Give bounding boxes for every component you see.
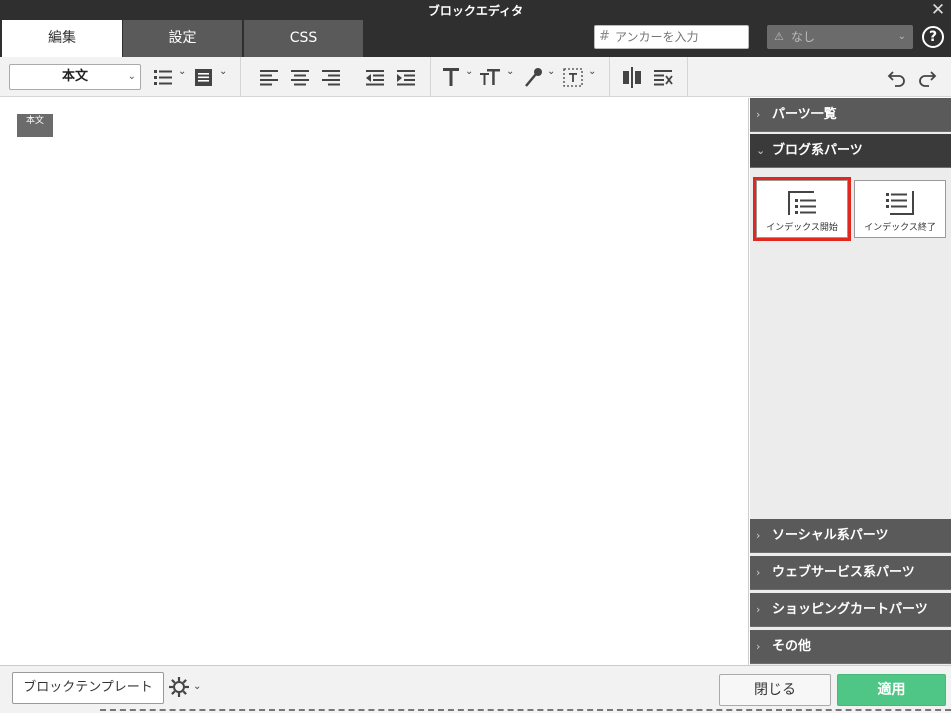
chevron-down-icon[interactable]: ⌄ [178,66,186,77]
toolbar-divider [609,57,610,96]
editor-canvas[interactable]: 本文 [2,98,749,665]
sidebar-section-blog-parts[interactable]: ⌄ ブログ系パーツ [750,134,951,168]
text-color-icon[interactable] [441,63,461,91]
sidebar-section-label: その他 [772,639,812,654]
align-right-icon[interactable] [320,63,342,91]
page-dashed-border [100,709,951,711]
toolbar-divider [687,57,688,96]
align-center-icon[interactable] [289,63,311,91]
tab-settings[interactable]: 設定 [122,20,242,57]
sidebar-section-label: ブログ系パーツ [772,143,863,158]
apply-button[interactable]: 適用 [837,674,946,706]
chevron-down-icon[interactable]: ⌄ [465,66,473,77]
sidebar-section-parts-list[interactable]: › パーツ一覧 [750,98,951,132]
part-label: インデックス終了 [864,223,936,233]
redo-icon[interactable] [916,63,938,91]
hash-icon: # [599,29,610,44]
split-block-icon[interactable] [621,63,643,91]
chevron-down-icon: ⌄ [127,71,136,82]
sidebar-section-social-parts[interactable]: › ソーシャル系パーツ [750,519,951,553]
block-template-button[interactable]: ブロックテンプレート [12,672,164,704]
chevron-down-icon[interactable]: ⌄ [588,66,596,77]
anchor-input[interactable] [594,25,749,49]
part-index-start[interactable]: インデックス開始 [753,177,851,241]
list-icon[interactable] [153,63,175,91]
toolbar-divider [240,57,241,96]
block-type-tag: 本文 [17,114,53,137]
sidebar-section-shopping-parts[interactable]: › ショッピングカートパーツ [750,593,951,627]
clear-format-icon[interactable] [652,63,674,91]
paragraph-style-value: 本文 [61,69,88,84]
undo-icon[interactable] [886,63,908,91]
outdent-icon[interactable] [364,63,386,91]
chevron-down-icon[interactable]: ⌄ [219,66,227,77]
sidebar-section-label: パーツ一覧 [772,107,837,122]
chevron-down-icon[interactable]: ⌄ [193,681,201,692]
chevron-right-icon: › [756,108,761,121]
indent-icon[interactable] [395,63,417,91]
sidebar-section-label: ショッピングカートパーツ [772,602,928,617]
chevron-down-icon[interactable]: ⌄ [547,66,555,77]
gear-icon[interactable] [168,676,190,698]
paragraph-style-select[interactable]: 本文 ⌄ [9,64,141,90]
index-end-icon [886,191,914,215]
chevron-down-icon: ⌄ [756,144,766,157]
chevron-right-icon: › [756,603,761,616]
window-title: ブロックエディタ [427,4,524,18]
chevron-down-icon: ⌄ [897,31,906,42]
window-titlebar: ブロックエディタ ✕ [0,0,951,20]
index-start-icon [788,191,816,215]
toolbar-divider [430,57,431,96]
part-label: インデックス開始 [766,223,838,233]
chevron-right-icon: › [756,566,761,579]
class-select-value: なし [791,30,816,44]
dialog-footer: ブロックテンプレート ⌄ 閉じる 適用 [0,665,951,713]
tab-edit[interactable]: 編集 [2,20,122,57]
close-icon[interactable]: ✕ [929,0,947,20]
chevron-right-icon: › [756,529,761,542]
parts-sidebar: › パーツ一覧 ⌄ ブログ系パーツ インデックス開始 インデックス終了 › ソー… [750,98,951,665]
sidebar-section-other[interactable]: › その他 [750,630,951,664]
format-toolbar: 本文 ⌄ ⌄ ⌄ ⌄ ⌄ ⌄ ⌄ [0,57,951,97]
block-format-icon[interactable] [193,63,215,91]
sidebar-section-label: ソーシャル系パーツ [772,528,889,543]
align-left-icon[interactable] [258,63,280,91]
font-size-icon[interactable] [479,63,501,91]
close-button[interactable]: 閉じる [719,674,831,706]
chevron-down-icon[interactable]: ⌄ [506,66,514,77]
sidebar-section-webservice-parts[interactable]: › ウェブサービス系パーツ [750,556,951,590]
eyedropper-icon[interactable] [522,63,544,91]
tab-css[interactable]: CSS [243,20,363,57]
tab-bar: 編集 設定 CSS # ⚠ なし ⌄ ? [0,20,951,57]
part-index-end[interactable]: インデックス終了 [854,180,946,238]
tree-icon: ⚠ [774,30,784,43]
class-select[interactable]: ⚠ なし ⌄ [767,25,913,49]
help-icon[interactable]: ? [922,26,944,48]
chevron-right-icon: › [756,640,761,653]
text-frame-icon[interactable] [562,63,584,91]
sidebar-section-label: ウェブサービス系パーツ [772,565,915,580]
